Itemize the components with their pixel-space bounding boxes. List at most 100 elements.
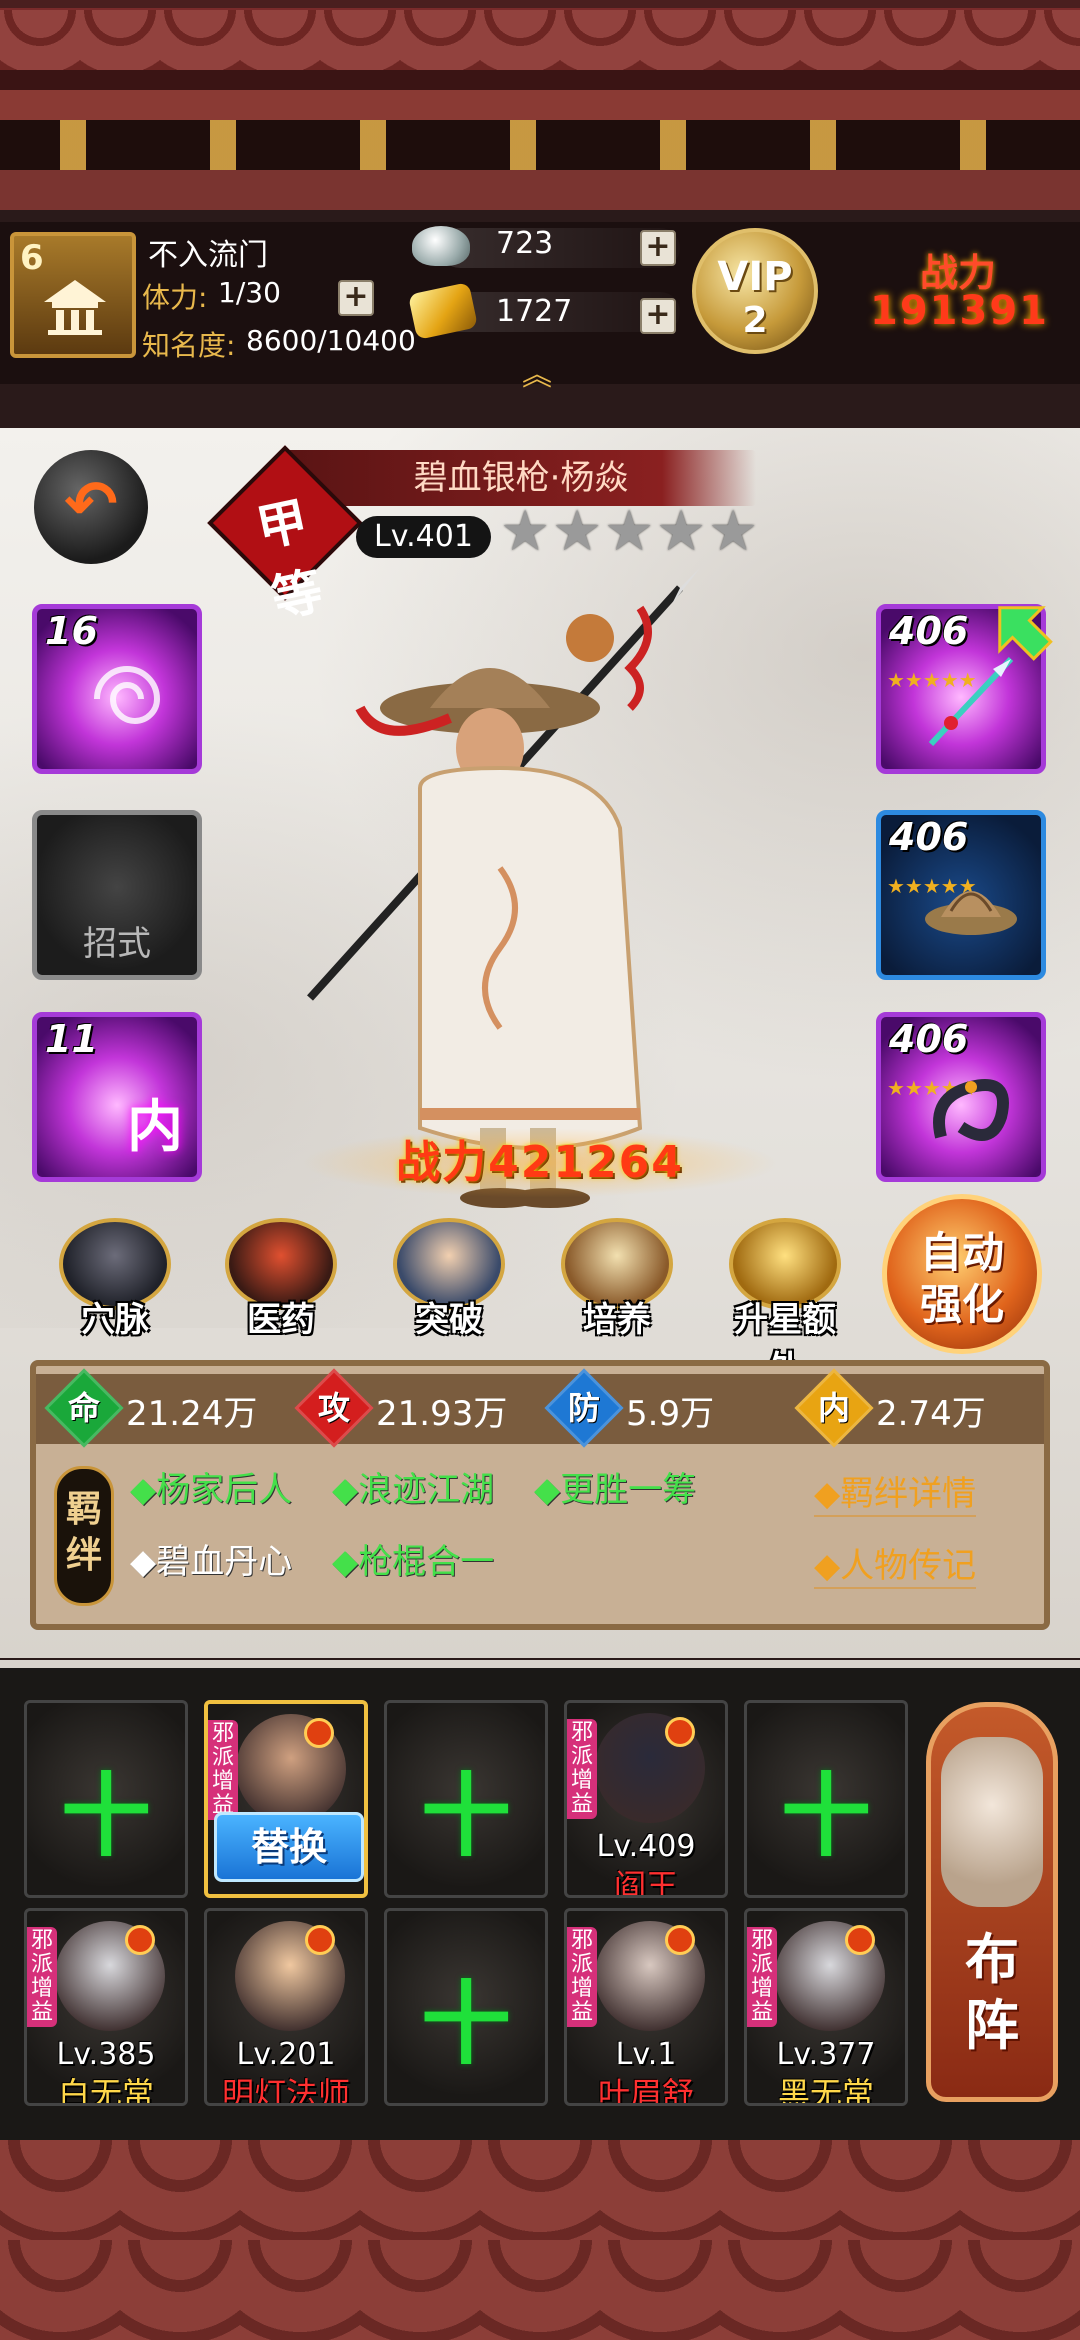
vip-level: 2 (742, 300, 768, 341)
auto-enhance-button[interactable]: 自动 强化 (882, 1194, 1042, 1354)
lineup-hero-slot[interactable]: 邪派增益 替换 (204, 1700, 368, 1898)
hero-name-label: 阎王 (613, 1867, 678, 1898)
attribute-row: 命 21.24万 攻 21.93万 防 5.9万 内 2.74万 (36, 1368, 1044, 1448)
action-label: 医药 (247, 1300, 315, 1340)
sect-avatar[interactable]: 6 (10, 232, 136, 358)
stat-gem-label: 防 (567, 1389, 600, 1427)
bond-item: ◆杨家后人 (130, 1470, 293, 1510)
vip-badge[interactable]: VIP 2 (692, 228, 818, 354)
biography-link[interactable]: ◆人物传记 (814, 1538, 977, 1589)
evil-faction-tag: 邪派增益 (208, 1720, 238, 1820)
equipment-slot-amulet[interactable]: 406 ★★★★★ (876, 1012, 1046, 1182)
floor-decoration (0, 2140, 1080, 2340)
evil-faction-tag: 邪派增益 (27, 1927, 57, 2027)
empty-lineup-slot[interactable]: 十 (744, 1700, 908, 1898)
equipment-stars: ★★★★★ (887, 1076, 977, 1100)
action-label: 突破 (415, 1300, 483, 1340)
stat-gem-label: 内 (817, 1389, 850, 1427)
lineup-hero-slot[interactable]: 邪派增益 Lv.385 白无常 (24, 1908, 188, 2106)
add-stamina-button[interactable]: + (338, 280, 374, 316)
equipment-stars: ★★★★★ (887, 874, 977, 898)
evil-faction-tag: 邪派增益 (567, 1719, 597, 1819)
stamina-label: 体力: (142, 281, 208, 314)
bond-detail-link[interactable]: ◆羁绊详情 (814, 1466, 977, 1517)
roof-tiles (0, 10, 1080, 70)
stat-value: 5.9万 (626, 1394, 715, 1434)
empty-lineup-slot[interactable]: 十 (384, 1700, 548, 1898)
notification-dot-icon (665, 1717, 695, 1747)
floor-pattern (0, 2140, 1080, 2340)
stats-panel: 命 21.24万 攻 21.93万 防 5.9万 内 2.74万 羁 绊 ◆杨家… (30, 1360, 1050, 1630)
temple-icon (44, 280, 106, 335)
skill-level: 16 (45, 609, 98, 653)
bond-item: ◆更胜一筹 (534, 1470, 697, 1510)
lineup-hero-slot[interactable]: Lv.201 明灯法师 (204, 1908, 368, 2106)
skill-slot-1[interactable]: 16 (32, 604, 202, 774)
formation-button[interactable]: 布 阵 (926, 1702, 1058, 2102)
roof-decoration (0, 0, 1080, 210)
dragon-amulet-icon (933, 1079, 1009, 1141)
star-icon: ★ (708, 499, 759, 564)
back-button[interactable]: ↶ (34, 450, 148, 564)
inner-skill-tag: 内 (127, 1095, 183, 1160)
equipment-slot-hat[interactable]: 406 ★★★★★ (876, 810, 1046, 980)
formation-label-line1: 布 (965, 1928, 1019, 1991)
notification-dot-icon (665, 1925, 695, 1955)
star-icon: ★ (656, 499, 707, 564)
action-meridian-button[interactable]: 穴脉 (50, 1218, 180, 1341)
hero-name-label: 明灯法师 (221, 2075, 350, 2106)
equipment-level: 406 (889, 609, 969, 653)
bond-badge: 羁 绊 (54, 1466, 114, 1606)
stamina-value: 1/30 (218, 276, 281, 309)
hero-power-value: 战力421264 (396, 1137, 684, 1188)
skill-level: 11 (45, 1017, 98, 1061)
lineup-hero-slot[interactable]: 邪派增益 Lv.409 阎王 (564, 1700, 728, 1898)
vip-text: VIP (717, 254, 793, 300)
evil-faction-tag: 邪派增益 (567, 1927, 597, 2027)
swirl-icon (94, 666, 161, 724)
empty-lineup-slot[interactable]: 十 (24, 1700, 188, 1898)
lineup-hero-slot[interactable]: 邪派增益 Lv.377 黑无常 (744, 1908, 908, 2106)
equipment-level: 406 (889, 815, 969, 859)
hero-name-label: 黑无常 (777, 2075, 874, 2106)
skill-slot-3[interactable]: 11 内 (32, 1012, 202, 1182)
expand-chevron-icon[interactable]: ︽ (522, 350, 552, 394)
hero-stars: ★★★★★ (500, 499, 760, 564)
star-icon: ★ (500, 499, 551, 564)
stat-value: 21.93万 (376, 1394, 508, 1434)
action-label: 培养 (583, 1300, 651, 1340)
empty-lineup-slot[interactable]: 十 (384, 1908, 548, 2106)
stat-gem-label: 命 (67, 1389, 100, 1427)
stat-gem-label: 攻 (317, 1389, 350, 1427)
auto-enhance-line1: 自动 (919, 1228, 1004, 1277)
hero-level-label: Lv.385 (56, 2037, 156, 2072)
sect-name: 不入流门 (148, 238, 268, 273)
add-gold-button[interactable]: + (640, 298, 676, 334)
swap-button[interactable]: 替换 (214, 1812, 364, 1882)
add-silver-button[interactable]: + (640, 230, 676, 266)
equipment-slot-weapon[interactable]: 406 ★★★★★ (876, 604, 1053, 774)
straw-hat-icon (925, 891, 1017, 935)
action-label: 穴脉 (81, 1300, 149, 1340)
player-level: 6 (20, 238, 44, 278)
action-medicine-button[interactable]: 医药 (216, 1218, 346, 1341)
skill-slot-empty[interactable]: 招式 (32, 810, 202, 980)
hero-name-banner: 碧血银枪·杨焱 (286, 450, 756, 506)
hero-level-label: Lv.377 (776, 2037, 876, 2072)
action-cultivate-button[interactable]: 培养 (552, 1218, 682, 1341)
notification-dot-icon (845, 1925, 875, 1955)
player-status-bar: 6 不入流门 体力: 1/30 + 知名度: 8600/10400 723 + … (0, 222, 1080, 393)
add-hero-icon: 十 (781, 1764, 871, 1869)
silver-icon (412, 226, 470, 266)
star-icon: ★ (552, 499, 603, 564)
game-screen: 6 不入流门 体力: 1/30 + 知名度: 8600/10400 723 + … (0, 0, 1080, 2340)
bond-item: ◆碧血丹心 (130, 1542, 293, 1582)
hero-level-label: Lv.1 (615, 2037, 677, 2072)
total-power: 战力 191391 (870, 242, 1080, 352)
skill-empty-label: 招式 (83, 924, 151, 964)
lineup-hero-slot[interactable]: 邪派增益 Lv.1 叶眉舒 (564, 1908, 728, 2106)
gold-value: 1727 (496, 294, 573, 329)
action-breakthrough-button[interactable]: 突破 (384, 1218, 514, 1341)
auto-enhance-line2: 强化 (919, 1280, 1004, 1329)
notification-dot-icon (305, 1925, 335, 1955)
